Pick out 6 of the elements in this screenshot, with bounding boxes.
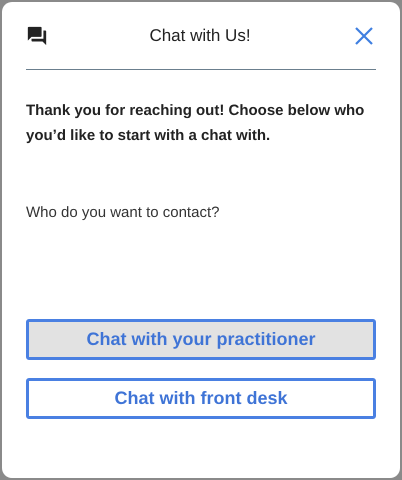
chat-icon bbox=[26, 24, 48, 46]
contact-option-button[interactable]: Chat with front desk bbox=[26, 378, 376, 418]
question-text: Who do you want to contact? bbox=[26, 203, 220, 223]
dialog-title: Chat with Us! bbox=[149, 24, 251, 47]
intro-text: Thank you for reaching out! Choose below who you’d like to start with a chat with. bbox=[26, 101, 366, 146]
contact-option-button[interactable]: Chat with your practitioner bbox=[26, 318, 376, 360]
